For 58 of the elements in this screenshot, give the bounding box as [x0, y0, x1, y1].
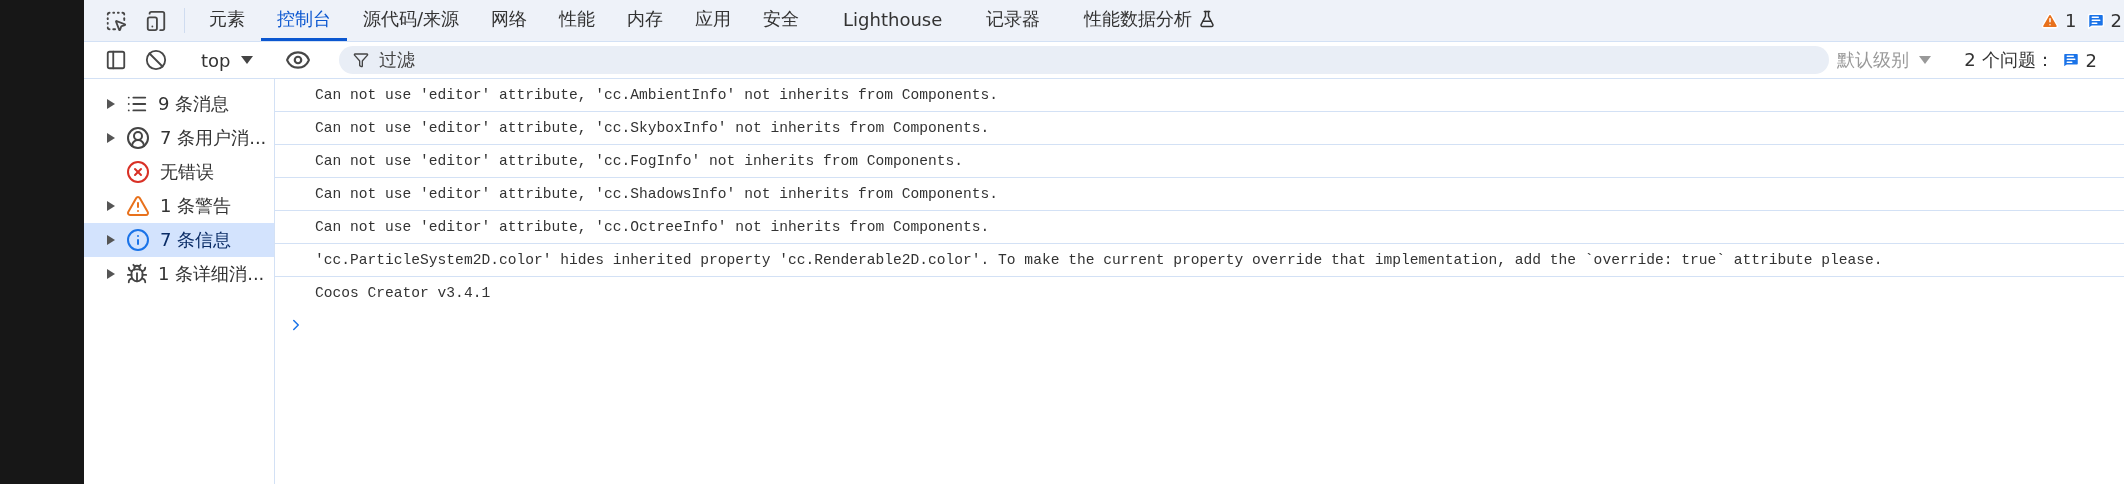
console-message: Can not use 'editor' attribute, 'cc.AmbientInfo' not inherits from Components. [315, 87, 999, 103]
sidebar-item[interactable]: 7 条用户消... [84, 121, 274, 155]
sidebar-item[interactable]: 1 条警告 [84, 189, 274, 223]
sidebar-toggle-icon[interactable] [105, 49, 127, 71]
sidebar-item[interactable]: 1 条详细消... [84, 257, 274, 291]
error-icon [126, 160, 150, 184]
console-message: Can not use 'editor' attribute, 'cc.SkyboxInfo' not inherits from Components. [315, 120, 990, 136]
filter-icon [352, 52, 369, 68]
flask-icon [1198, 10, 1217, 28]
panel-tab[interactable]: 应用 [679, 0, 748, 41]
inspect-icon[interactable] [105, 9, 127, 32]
filter-placeholder: 过滤 [378, 48, 415, 72]
sidebar-item[interactable]: 无错误 [84, 155, 274, 189]
issues-label: 2 个问题： [1963, 48, 2055, 72]
sidebar-item-label: 1 条警告 [160, 194, 232, 218]
sidebar-item-label: 7 条用户消... [160, 126, 267, 150]
sidebar-item-label: 9 条消息 [158, 92, 230, 116]
caret-icon [1919, 55, 1932, 65]
context-select[interactable]: top [193, 49, 261, 71]
expand-arrow-icon[interactable] [106, 200, 116, 212]
expand-arrow-icon[interactable] [106, 98, 116, 110]
panel-tab[interactable]: 元素 [193, 0, 261, 41]
message-icon [2086, 11, 2105, 30]
expand-arrow-icon[interactable] [106, 132, 116, 144]
sidebar-item-label: 7 条信息 [160, 228, 232, 252]
console-message: Can not use 'editor' attribute, 'cc.OctreeInfo' not inherits from Components. [315, 219, 990, 235]
expand-arrow-icon[interactable] [106, 268, 116, 280]
clear-icon[interactable] [145, 49, 167, 71]
panel-tab[interactable]: Lighthouse [815, 0, 971, 41]
device-icon[interactable] [145, 9, 167, 32]
message-count[interactable]: 2 [2086, 0, 2122, 41]
panel-tab[interactable]: 源代码/来源 [347, 0, 476, 41]
panel-tab[interactable]: 性能 [543, 0, 612, 41]
panel-tab[interactable]: 内存 [611, 0, 680, 41]
panel-tab[interactable]: 安全 [747, 0, 816, 41]
sidebar-item-label: 1 条详细消... [158, 262, 265, 286]
console-message: Can not use 'editor' attribute, 'cc.ShadowsInfo' not inherits from Components. [315, 186, 999, 202]
console-message: Can not use 'editor' attribute, 'cc.FogInfo' not inherits from Components. [315, 153, 964, 169]
warning-icon [126, 194, 150, 218]
panel-tab[interactable]: 控制台 [261, 0, 347, 41]
sidebar-item[interactable]: 9 条消息 [84, 87, 274, 121]
caret-icon [240, 55, 253, 65]
panel-tab[interactable]: 记录器 [970, 0, 1057, 41]
user-icon [126, 126, 150, 150]
info-icon [126, 228, 150, 252]
panel-tab[interactable]: 网络 [475, 0, 544, 41]
warning-count[interactable]: 1 [2041, 0, 2077, 41]
message-icon [2061, 51, 2080, 69]
expand-arrow-icon[interactable] [106, 234, 116, 246]
filter-field[interactable]: 过滤 [338, 46, 1830, 74]
console-message: 'cc.ParticleSystem2D.color' hides inherited property 'cc.Renderable2D.color'. To make the current property override that implementation, add the `override: true` attribute please. [315, 252, 1883, 268]
issues-count[interactable]: 2 [2061, 49, 2097, 71]
panel-tab[interactable]: 性能数据分析 [1056, 0, 1245, 41]
warning-icon [2041, 11, 2060, 30]
bug-icon [126, 263, 148, 285]
console-message: Cocos Creator v3.4.1 [315, 285, 491, 301]
sidebar-item[interactable]: 7 条信息 [84, 223, 274, 257]
sidebar-item-label: 无错误 [160, 160, 214, 184]
